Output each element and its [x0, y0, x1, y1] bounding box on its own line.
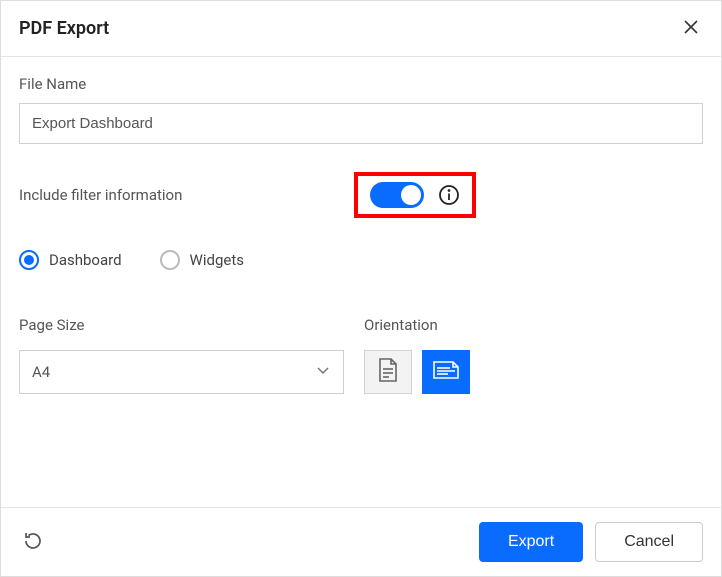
- highlight-annotation: [354, 172, 476, 218]
- dialog-body: File Name Include filter information: [1, 57, 721, 507]
- page-size-value: A4: [32, 363, 50, 381]
- page-size-label: Page Size: [19, 316, 364, 334]
- orientation-portrait-button[interactable]: [364, 350, 412, 394]
- page-size-col: Page Size A4: [19, 316, 364, 394]
- radio-button-icon: [160, 250, 180, 270]
- orientation-landscape-button[interactable]: [422, 350, 470, 394]
- reset-button[interactable]: [19, 527, 47, 558]
- document-landscape-icon: [432, 359, 460, 385]
- filename-input[interactable]: [19, 103, 703, 144]
- export-button[interactable]: Export: [479, 522, 583, 562]
- orientation-buttons: [364, 350, 703, 394]
- settings-row: Page Size A4 Orientation: [19, 316, 703, 394]
- close-button[interactable]: [679, 15, 703, 42]
- toggle-knob: [401, 185, 421, 205]
- chevron-down-icon: [315, 362, 331, 382]
- footer-actions: Export Cancel: [479, 522, 703, 562]
- radio-widgets[interactable]: Widgets: [160, 250, 244, 270]
- dialog-header: PDF Export: [1, 1, 721, 57]
- view-mode-group: Dashboard Widgets: [19, 250, 703, 270]
- radio-button-icon: [19, 250, 39, 270]
- dialog-title: PDF Export: [19, 18, 109, 39]
- dialog-footer: Export Cancel: [1, 507, 721, 576]
- document-portrait-icon: [377, 357, 399, 387]
- reset-icon: [23, 539, 43, 554]
- radio-dashboard[interactable]: Dashboard: [19, 250, 122, 270]
- info-icon[interactable]: [438, 184, 460, 206]
- radio-label: Dashboard: [49, 251, 122, 269]
- page-size-select[interactable]: A4: [19, 350, 344, 394]
- filename-label: File Name: [19, 75, 703, 93]
- include-filter-label: Include filter information: [19, 186, 354, 204]
- close-icon: [683, 23, 699, 38]
- orientation-label: Orientation: [364, 316, 703, 334]
- pdf-export-dialog: PDF Export File Name Include filter info…: [0, 0, 722, 577]
- radio-label: Widgets: [190, 251, 244, 269]
- include-filter-toggle[interactable]: [370, 182, 424, 208]
- orientation-col: Orientation: [364, 316, 703, 394]
- cancel-button[interactable]: Cancel: [595, 522, 703, 562]
- filter-row: Include filter information: [19, 172, 703, 218]
